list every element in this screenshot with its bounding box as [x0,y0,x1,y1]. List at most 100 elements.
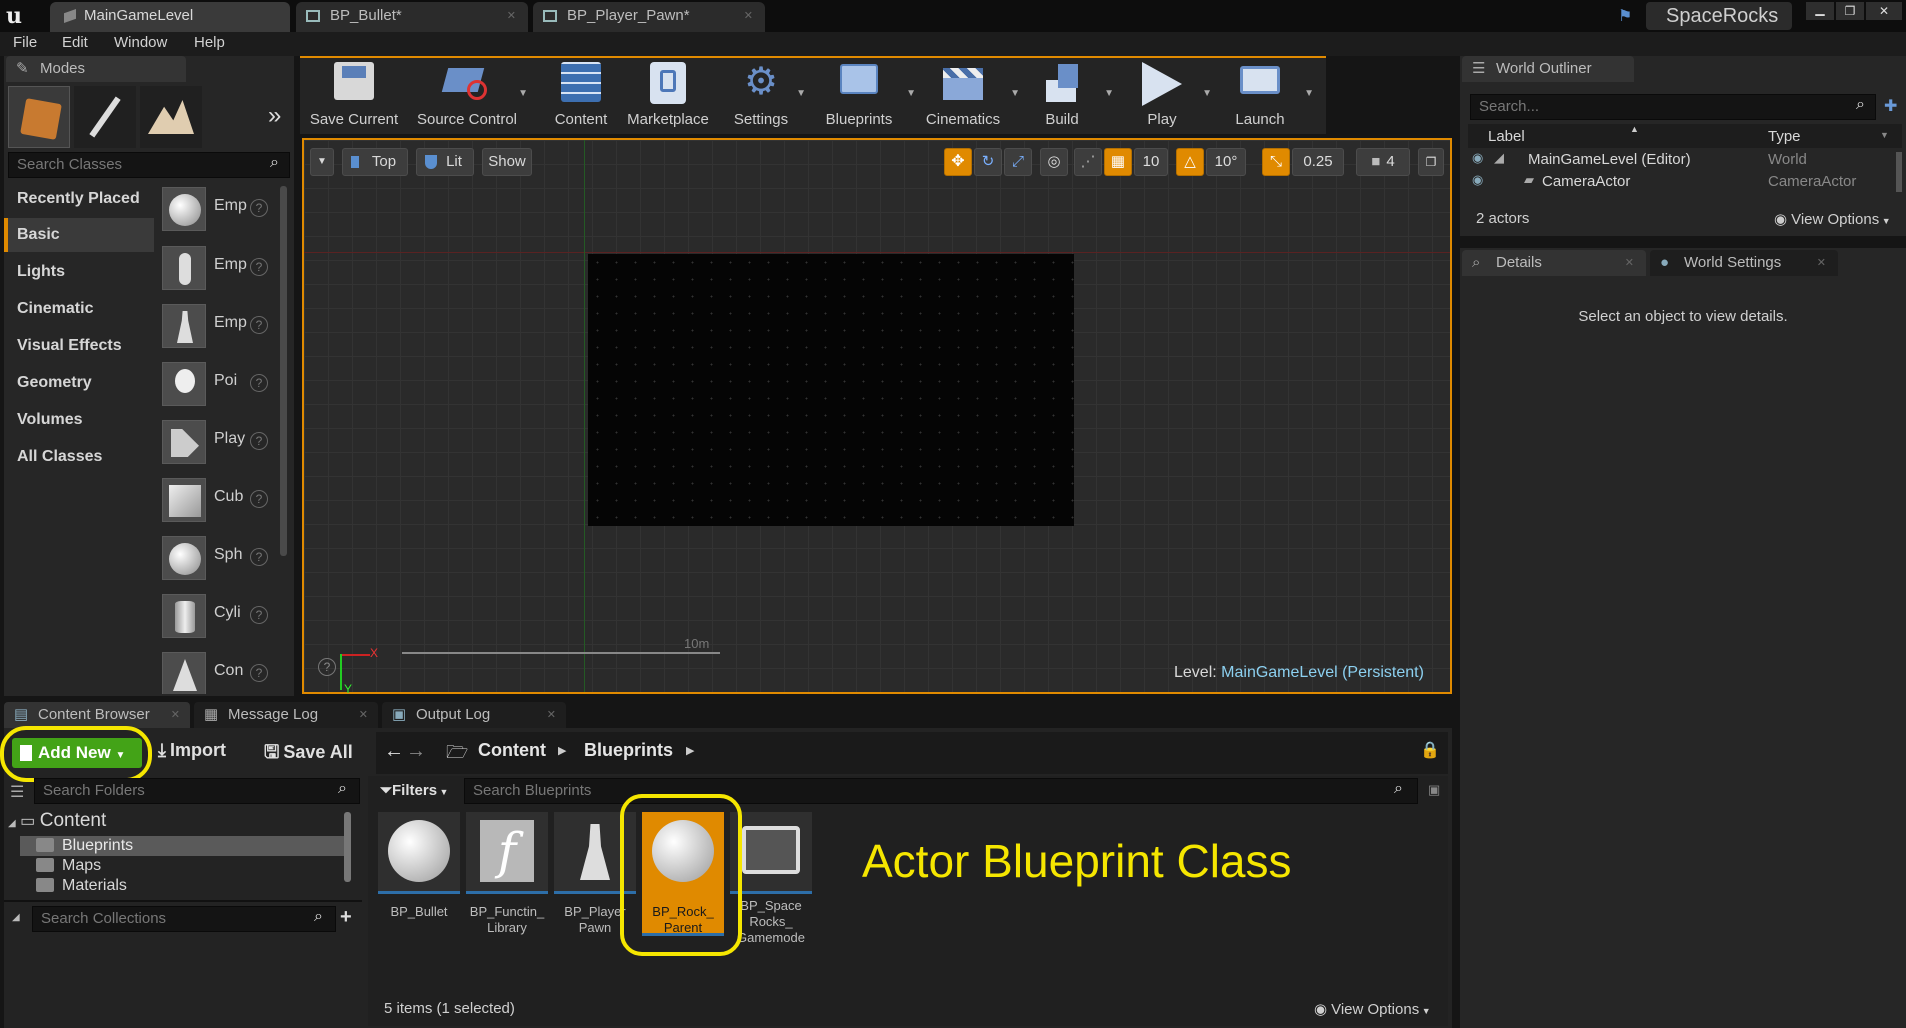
breadcrumb-separator-icon[interactable]: ▶ [558,744,566,757]
asset-bp-space-rocks-gamemode[interactable]: BP_Space Rocks_ Gamemode [730,812,812,945]
source-control-icon[interactable]: ⚑ [1618,6,1636,25]
category-recently-placed[interactable]: Recently Placed [4,182,154,216]
place-item-empty-pawn[interactable]: Emp? [158,300,278,352]
modes-tab[interactable]: ✎ Modes [6,56,186,82]
outliner-view-options[interactable]: ◉ View Options ▼ [1774,210,1891,228]
category-geometry[interactable]: Geometry [4,366,154,400]
help-icon[interactable]: ? [250,664,268,682]
place-item-player-start[interactable]: Play? [158,416,278,468]
grid-snap-toggle[interactable]: ▦ [1104,148,1132,176]
add-filter-icon[interactable]: ✚ [1884,96,1897,116]
category-basic[interactable]: Basic [4,218,154,252]
blueprints-button[interactable]: Blueprints ▼ [814,58,916,132]
menu-window[interactable]: Window [114,34,167,51]
menu-edit[interactable]: Edit [62,34,88,51]
import-button[interactable]: ⤓ Import [158,740,226,761]
breadcrumb-separator-icon[interactable]: ▶ [686,744,694,757]
category-cinematic[interactable]: Cinematic [4,292,154,326]
tab-bp-player-pawn[interactable]: BP_Player_Pawn* ✕ [533,2,765,32]
place-item-cube[interactable]: Cub? [158,474,278,526]
place-item-empty-character[interactable]: Emp? [158,242,278,294]
tab-details[interactable]: ⌕ Details ✕ [1462,250,1646,276]
tab-world-settings[interactable]: ● World Settings ✕ [1650,250,1838,276]
chevron-down-icon[interactable]: ▼ [1104,88,1114,99]
search-collections-input[interactable]: Search Collections [32,906,336,932]
help-icon[interactable]: ? [250,432,268,450]
col-label-header[interactable]: Label [1488,128,1525,145]
folder-tree-scrollbar[interactable] [344,812,351,882]
breadcrumb-blueprints[interactable]: Blueprints [584,740,673,761]
place-mode-button[interactable] [8,86,70,148]
play-button[interactable]: Play ▼ [1130,58,1212,132]
collections-expand-icon[interactable]: ◢ [12,912,20,923]
more-modes-icon[interactable]: » [268,102,281,130]
help-icon[interactable]: ? [250,490,268,508]
help-icon[interactable]: ? [250,258,268,276]
menu-file[interactable]: File [13,34,37,51]
outliner-scrollbar[interactable] [1896,152,1902,192]
close-icon[interactable]: ✕ [507,2,516,30]
show-flags-button[interactable]: Show [482,148,532,176]
close-icon[interactable]: ✕ [547,702,556,728]
place-item-cylinder[interactable]: Cyli? [158,590,278,642]
tab-content-browser[interactable]: ▤ Content Browser ✕ [4,702,190,728]
translate-tool-button[interactable]: ✥ [944,148,972,176]
lock-icon[interactable]: 🔒 [1420,740,1440,760]
save-search-icon[interactable]: ▣ [1428,782,1440,798]
rotation-snap-value[interactable]: 10° [1206,148,1246,176]
eye-icon[interactable]: ◉ [1472,172,1483,188]
close-window-button[interactable]: ✕ [1866,2,1902,20]
tab-output-log[interactable]: ▣ Output Log ✕ [382,702,566,728]
launch-button[interactable]: Launch ▼ [1228,58,1314,132]
chevron-down-icon[interactable]: ▼ [1010,88,1020,99]
folder-maps[interactable]: Maps [20,856,350,876]
settings-button[interactable]: ⚙ Settings ▼ [724,58,806,132]
sources-toggle-icon[interactable]: ☰ [10,782,24,802]
view-mode-button[interactable]: Top [342,148,408,176]
viewport-menu-button[interactable]: ▼ [310,148,334,176]
place-item-point-light[interactable]: Poi? [158,358,278,410]
place-item-cone[interactable]: Con? [158,648,278,694]
forward-arrow-icon[interactable]: → [406,740,426,763]
eye-icon[interactable]: ◉ [1472,150,1483,166]
source-control-button[interactable]: Source Control ▼ [410,58,528,132]
maximize-viewport-button[interactable]: ❐ [1418,148,1444,176]
level-viewport[interactable] [302,138,1452,694]
tab-message-log[interactable]: ▦ Message Log ✕ [194,702,378,728]
close-icon[interactable]: ✕ [1817,250,1826,276]
tab-main-game-level[interactable]: MainGameLevel [50,2,290,32]
grid-snap-value[interactable]: 10 [1134,148,1168,176]
content-button[interactable]: Content [548,58,614,132]
scale-tool-button[interactable]: ⤢ [1004,148,1032,176]
help-icon[interactable]: ? [250,199,268,217]
landscape-mode-button[interactable] [140,86,202,148]
category-visual-effects[interactable]: Visual Effects [4,329,154,363]
search-folders-input[interactable]: Search Folders [34,778,360,804]
search-classes-input[interactable]: Search Classes [8,152,290,178]
content-view-options[interactable]: ◉ View Options ▼ [1314,1000,1431,1018]
category-lights[interactable]: Lights [4,255,154,289]
place-item-empty-actor[interactable]: Emp? [158,183,278,235]
add-collection-icon[interactable]: + [340,906,352,929]
outliner-search-input[interactable]: Search... [1470,94,1876,120]
scale-snap-value[interactable]: 0.25 [1292,148,1344,176]
expand-arrow-icon[interactable]: ◢ [8,818,16,829]
close-icon[interactable]: ✕ [171,702,180,728]
world-outliner-tab[interactable]: ☰ World Outliner [1462,56,1634,82]
back-arrow-icon[interactable]: ← [384,740,404,763]
breadcrumb-content[interactable]: Content [478,740,546,761]
close-icon[interactable]: ✕ [1625,250,1634,276]
close-icon[interactable]: ✕ [359,702,368,728]
save-current-button[interactable]: Save Current [306,58,402,132]
filters-button[interactable]: ⏷Filters ▼ [380,782,448,799]
save-all-button[interactable]: 🖫 Save All [264,740,353,770]
folder-content[interactable]: ◢ ▭ Content [8,810,106,832]
build-button[interactable]: Build ▼ [1034,58,1114,132]
marketplace-button[interactable]: Marketplace [622,58,714,132]
modes-scrollbar[interactable] [280,186,287,556]
tab-bp-bullet[interactable]: BP_Bullet* ✕ [296,2,528,32]
unreal-logo-icon[interactable]: u [6,4,30,28]
cinematics-button[interactable]: Cinematics ▼ [918,58,1020,132]
close-icon[interactable]: ✕ [744,2,753,30]
paint-mode-button[interactable] [74,86,136,148]
